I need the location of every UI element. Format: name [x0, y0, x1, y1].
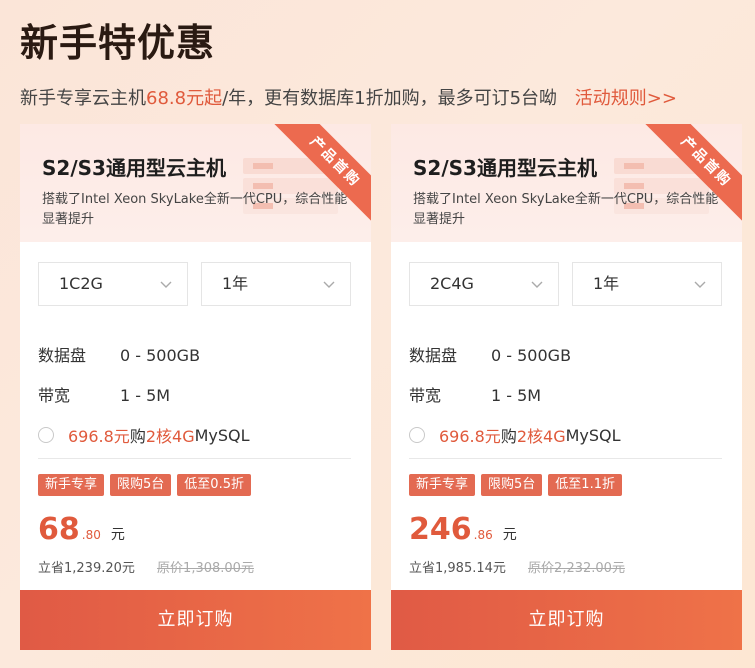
- price: 68 .80 元: [38, 512, 125, 547]
- promo-tag: 限购5台: [481, 474, 543, 496]
- chevron-down-icon: [160, 281, 172, 288]
- promo-tag: 限购5台: [110, 474, 172, 496]
- config-select-value: 1C2G: [59, 274, 103, 293]
- addon-mid: 购: [500, 427, 517, 446]
- config-select-value: 2C4G: [430, 274, 474, 293]
- addon-suffix: MySQL: [194, 425, 250, 445]
- disk-value: 0 - 500GB: [491, 346, 572, 365]
- disk-value: 0 - 500GB: [120, 346, 201, 365]
- config-select[interactable]: 1C2G: [38, 262, 188, 306]
- subtitle-prefix: 新手专享云主机: [20, 88, 146, 109]
- price-integer: 68: [38, 512, 80, 547]
- bandwidth-spec: 带宽 1 - 5M: [409, 382, 541, 406]
- card-title: S2/S3通用型云主机: [42, 156, 226, 180]
- buy-now-button[interactable]: 立即订购: [20, 590, 371, 650]
- price-integer: 246: [409, 512, 472, 547]
- savings-text: 立省1,239.20元: [38, 561, 135, 576]
- activity-rules-link[interactable]: 活动规则>>: [575, 88, 677, 109]
- mysql-addon-option[interactable]: 696.8元购 2核4G MySQL: [409, 423, 621, 447]
- bandwidth-value: 1 - 5M: [491, 386, 542, 405]
- price: 246 .86 元: [409, 512, 517, 547]
- card-description: 搭载了Intel Xeon SkyLake全新一代CPU，综合性能显著提升: [42, 192, 348, 227]
- disk-label: 数据盘: [409, 346, 458, 365]
- price-decimal: .80: [81, 528, 101, 542]
- bandwidth-label: 带宽: [409, 386, 442, 405]
- addon-price: 696.8元: [68, 427, 130, 446]
- savings-row: 立省1,985.14元 原价2,232.00元: [409, 557, 625, 576]
- mysql-addon-option[interactable]: 696.8元购 2核4G MySQL: [38, 423, 250, 447]
- savings-row: 立省1,239.20元 原价1,308.00元: [38, 557, 254, 576]
- original-price: 原价2,232.00元: [528, 561, 625, 576]
- addon-price: 696.8元: [439, 427, 501, 446]
- divider: [38, 458, 351, 459]
- promo-tag: 低至1.1折: [548, 474, 622, 496]
- duration-select-value: 1年: [222, 274, 249, 293]
- chevron-down-icon: [694, 281, 706, 288]
- subtitle-price: 68.8元起: [146, 88, 223, 109]
- addon-spec: 2核4G: [516, 427, 566, 446]
- duration-select[interactable]: 1年: [201, 262, 351, 306]
- chevron-down-icon: [531, 281, 543, 288]
- chevron-down-icon: [323, 281, 335, 288]
- card-header: S2/S3通用型云主机 搭载了Intel Xeon SkyLake全新一代CPU…: [20, 124, 371, 242]
- promo-tag: 新手专享: [409, 474, 476, 496]
- subtitle-suffix: /年，更有数据库1折加购，最多可订5台呦: [222, 88, 558, 109]
- bandwidth-label: 带宽: [38, 386, 71, 405]
- addon-radio[interactable]: [38, 427, 54, 443]
- original-price: 原价1,308.00元: [157, 561, 254, 576]
- disk-spec: 数据盘 0 - 500GB: [38, 342, 200, 366]
- card-description: 搭载了Intel Xeon SkyLake全新一代CPU，综合性能显著提升: [413, 192, 719, 227]
- product-card: S2/S3通用型云主机 搭载了Intel Xeon SkyLake全新一代CPU…: [20, 124, 371, 650]
- divider: [409, 458, 722, 459]
- price-unit: 元: [502, 527, 517, 543]
- promo-tags: 新手专享 限购5台 低至1.1折: [409, 474, 622, 496]
- buy-now-button[interactable]: 立即订购: [391, 590, 742, 650]
- config-select[interactable]: 2C4G: [409, 262, 559, 306]
- savings-text: 立省1,985.14元: [409, 561, 506, 576]
- duration-select[interactable]: 1年: [572, 262, 722, 306]
- promo-subtitle: 新手专享云主机68.8元起/年，更有数据库1折加购，最多可订5台呦 活动规则>>: [20, 84, 677, 110]
- product-card: S2/S3通用型云主机 搭载了Intel Xeon SkyLake全新一代CPU…: [391, 124, 742, 650]
- duration-select-value: 1年: [593, 274, 620, 293]
- card-header: S2/S3通用型云主机 搭载了Intel Xeon SkyLake全新一代CPU…: [391, 124, 742, 242]
- addon-radio[interactable]: [409, 427, 425, 443]
- disk-label: 数据盘: [38, 346, 87, 365]
- page-title: 新手特优惠: [20, 21, 216, 65]
- promo-tag: 新手专享: [38, 474, 105, 496]
- disk-spec: 数据盘 0 - 500GB: [409, 342, 571, 366]
- card-title: S2/S3通用型云主机: [413, 156, 597, 180]
- bandwidth-value: 1 - 5M: [120, 386, 171, 405]
- bandwidth-spec: 带宽 1 - 5M: [38, 382, 170, 406]
- price-decimal: .86: [473, 528, 493, 542]
- price-unit: 元: [110, 527, 125, 543]
- addon-suffix: MySQL: [565, 425, 621, 445]
- promo-tag: 低至0.5折: [177, 474, 251, 496]
- addon-mid: 购: [129, 427, 146, 446]
- addon-spec: 2核4G: [145, 427, 195, 446]
- promo-tags: 新手专享 限购5台 低至0.5折: [38, 474, 251, 496]
